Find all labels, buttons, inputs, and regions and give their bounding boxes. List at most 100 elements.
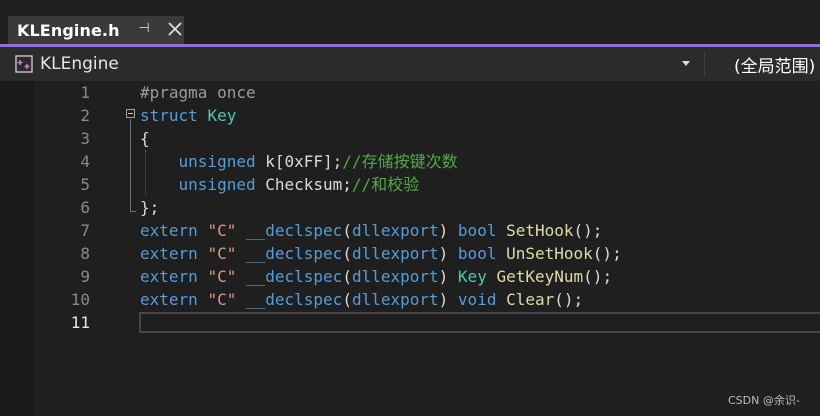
code-token: Checksum; <box>255 175 352 194</box>
code-token: bool <box>457 244 497 263</box>
code-token: extern <box>140 290 198 309</box>
code-token: //和校验 <box>351 175 420 194</box>
code-token: __declspec <box>245 244 343 263</box>
code-token: ( <box>342 290 352 309</box>
code-token: (); <box>554 290 584 309</box>
code-token: Key <box>207 106 237 125</box>
line-number: 10 <box>70 290 90 309</box>
code-editor[interactable]: 1 2 3 4 5 6 7 8 9 10 11 #pragma once struct Key { un… <box>0 81 820 416</box>
collapse-icon[interactable] <box>126 109 135 118</box>
code-token: ) <box>438 267 458 286</box>
code-token: dllexport <box>351 244 439 263</box>
code-line[interactable]: unsigned Checksum;//和校验 <box>140 173 420 196</box>
code-line[interactable]: extern "C" __declspec(dllexport) void Cl… <box>140 288 583 311</box>
code-token: k[0xFF]; <box>255 152 343 171</box>
chevron-down-icon[interactable] <box>682 61 690 66</box>
current-line-highlight <box>139 312 820 333</box>
code-token: (); <box>592 244 622 263</box>
code-token: ) <box>438 244 458 263</box>
code-token: ) <box>438 221 458 240</box>
class-icon <box>15 55 33 73</box>
line-number: 3 <box>80 129 90 148</box>
code-token: __declspec <box>245 267 343 286</box>
code-token: dllexport <box>351 267 439 286</box>
close-icon[interactable] <box>166 19 184 39</box>
code-token: { <box>140 129 150 148</box>
code-line[interactable]: unsigned k[0xFF];//存储按键次数 <box>140 150 458 173</box>
code-token: extern <box>140 267 198 286</box>
code-token: UnSetHook <box>506 244 593 263</box>
code-token: ( <box>342 267 352 286</box>
code-token: Key <box>457 267 487 286</box>
line-number: 8 <box>80 244 90 263</box>
line-number: 6 <box>80 198 90 217</box>
navigation-bar: KLEngine (全局范围) <box>0 47 820 81</box>
code-token: }; <box>140 198 160 217</box>
line-number: 1 <box>80 83 90 102</box>
code-token: __declspec <box>245 221 343 240</box>
code-token: Clear <box>506 290 555 309</box>
line-number: 11 <box>70 313 90 332</box>
code-token: "C" <box>207 267 237 286</box>
code-token: __declspec <box>245 290 343 309</box>
code-token: bool <box>457 221 497 240</box>
code-token: SetHook <box>506 221 574 240</box>
code-token: #pragma once <box>140 83 256 102</box>
code-line[interactable]: }; <box>140 196 159 219</box>
code-token: ( <box>342 221 352 240</box>
document-tab[interactable]: KLEngine.h ⊣ <box>8 16 184 44</box>
code-token: unsigned <box>178 152 256 171</box>
code-token: extern <box>140 244 198 263</box>
code-token: extern <box>140 221 198 240</box>
code-token: (); <box>583 267 613 286</box>
code-token: struct <box>140 106 198 125</box>
code-line[interactable]: #pragma once <box>140 81 256 104</box>
code-token: dllexport <box>351 290 439 309</box>
code-line[interactable]: struct Key <box>140 104 236 127</box>
glyph-margin <box>0 81 34 416</box>
code-token: dllexport <box>351 221 439 240</box>
code-token: ) <box>438 290 458 309</box>
code-token: unsigned <box>178 175 256 194</box>
project-scope-dropdown[interactable]: KLEngine <box>8 50 702 78</box>
code-line[interactable]: extern "C" __declspec(dllexport) bool Un… <box>140 242 622 265</box>
code-line[interactable]: extern "C" __declspec(dllexport) Key Get… <box>140 265 612 288</box>
line-number: 9 <box>80 267 90 286</box>
line-number: 2 <box>80 106 90 125</box>
tab-title: KLEngine.h <box>17 20 120 40</box>
line-number: 7 <box>80 221 90 240</box>
code-line[interactable]: extern "C" __declspec(dllexport) bool Se… <box>140 219 602 242</box>
global-scope-dropdown[interactable]: (全局范围) <box>734 52 815 77</box>
line-number: 5 <box>80 175 90 194</box>
code-token: void <box>457 290 497 309</box>
pin-icon[interactable]: ⊣ <box>136 21 152 37</box>
code-token: GetKeyNum <box>496 267 584 286</box>
code-token: "C" <box>207 221 237 240</box>
code-token: "C" <box>207 290 237 309</box>
code-line[interactable]: { <box>140 127 150 150</box>
navbar-divider <box>704 53 705 75</box>
fold-region-end <box>130 211 136 212</box>
code-token: (); <box>573 221 603 240</box>
line-number: 4 <box>80 152 90 171</box>
code-token: //存储按键次数 <box>342 152 458 171</box>
code-token: "C" <box>207 244 237 263</box>
watermark: CSDN @余识- <box>728 394 800 407</box>
code-token: ( <box>342 244 352 263</box>
fold-region-line <box>130 119 131 211</box>
project-scope-label: KLEngine <box>40 54 119 74</box>
